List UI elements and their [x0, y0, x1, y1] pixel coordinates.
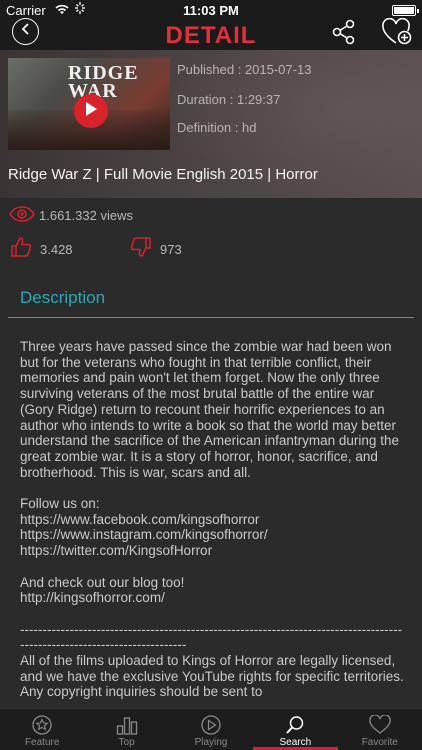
play-icon — [84, 101, 98, 122]
thumbs-down-icon[interactable] — [130, 236, 152, 263]
tab-favorite[interactable]: Favorite — [338, 709, 422, 750]
battery-icon — [392, 5, 419, 16]
tab-playing[interactable]: Playing — [169, 709, 253, 750]
search-icon — [285, 715, 305, 738]
play-circle-icon — [201, 715, 221, 738]
share-button[interactable] — [330, 18, 358, 46]
tab-top[interactable]: Top — [84, 709, 168, 750]
duration: Duration : 1:29:37 — [177, 92, 281, 107]
eye-icon — [9, 206, 35, 227]
tab-label: Top — [118, 737, 135, 748]
like-count: 3.428 — [40, 242, 73, 257]
clock: 11:03 PM — [183, 3, 239, 18]
star-icon — [32, 715, 52, 738]
video-thumbnail[interactable]: RIDGE WAR — [8, 58, 170, 150]
tab-bar: Feature Top Playing Search Favorite — [0, 708, 422, 750]
page-title: DETAIL — [165, 22, 257, 49]
heart-plus-icon — [382, 17, 412, 50]
published-date: Published : 2015-07-13 — [177, 62, 312, 77]
view-count: 1.661.332 views — [39, 208, 133, 223]
video-header: RIDGE WAR Published : 2015-07-13 Duratio… — [0, 50, 422, 198]
add-favorite-button[interactable] — [382, 17, 412, 46]
description-text: Three years have passed since the zombie… — [20, 339, 404, 700]
heart-icon — [369, 714, 391, 738]
tab-label: Favorite — [361, 737, 398, 748]
play-button[interactable] — [74, 94, 108, 128]
nav-bar: DETAIL — [0, 17, 422, 50]
video-stats: 1.661.332 views 3.428 973 — [0, 198, 422, 280]
description-heading: Description — [20, 288, 106, 307]
dislike-count: 973 — [160, 242, 182, 257]
share-icon — [330, 19, 358, 50]
tab-label: Playing — [194, 737, 228, 748]
tab-label: Feature — [24, 737, 60, 748]
bar-chart-icon — [116, 715, 138, 738]
description-divider — [8, 317, 414, 318]
thumbs-up-icon[interactable] — [10, 236, 32, 263]
definition: Definition : hd — [177, 120, 257, 135]
tab-feature[interactable]: Feature — [0, 709, 84, 750]
status-bar: Carrier 11:03 PM — [0, 0, 422, 20]
tab-search[interactable]: Search — [253, 709, 338, 750]
video-title: Ridge War Z | Full Movie English 2015 | … — [8, 166, 318, 183]
